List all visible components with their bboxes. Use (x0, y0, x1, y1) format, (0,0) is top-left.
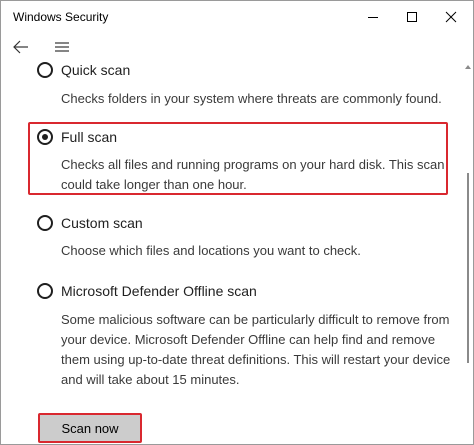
close-button[interactable] (429, 1, 473, 32)
scroll-thumb[interactable] (467, 173, 469, 363)
scan-now-button[interactable]: Scan now (38, 413, 142, 443)
full-scan-label: Full scan (61, 129, 118, 145)
maximize-button[interactable] (390, 1, 434, 32)
scroll-up-icon[interactable] (464, 63, 472, 71)
minimize-icon (368, 16, 378, 18)
maximize-icon (407, 11, 417, 22)
offline-scan-description: Some malicious software can be particula… (61, 312, 451, 387)
minimize-button[interactable] (351, 1, 395, 32)
quick-scan-description: Checks folders in your system where thre… (61, 91, 442, 106)
vertical-scrollbar[interactable] (464, 63, 472, 433)
title-bar: Windows Security (1, 1, 473, 32)
back-arrow-icon (13, 40, 28, 54)
scan-option-quick[interactable]: Quick scan (37, 60, 130, 80)
quick-scan-label: Quick scan (61, 62, 131, 78)
scan-option-offline[interactable]: Microsoft Defender Offline scan (37, 281, 257, 301)
quick-scan-radio[interactable] (37, 62, 53, 78)
back-button[interactable] (7, 34, 35, 60)
custom-scan-radio[interactable] (37, 215, 53, 231)
navigation-bar (1, 32, 473, 62)
full-scan-radio[interactable] (37, 129, 53, 145)
windows-security-window: Windows Security Quick scan Checks folde… (0, 0, 474, 445)
full-scan-description: Checks all files and running programs on… (61, 157, 445, 192)
custom-scan-label: Custom scan (61, 215, 143, 231)
offline-scan-label: Microsoft Defender Offline scan (61, 283, 257, 299)
hamburger-menu-icon (55, 42, 69, 52)
scan-option-full[interactable]: Full scan (37, 127, 117, 147)
offline-scan-radio[interactable] (37, 283, 53, 299)
window-title: Windows Security (13, 10, 109, 24)
close-icon (445, 11, 457, 22)
menu-button[interactable] (48, 34, 76, 60)
scan-option-custom[interactable]: Custom scan (37, 213, 143, 233)
custom-scan-description: Choose which files and locations you wan… (61, 243, 361, 258)
